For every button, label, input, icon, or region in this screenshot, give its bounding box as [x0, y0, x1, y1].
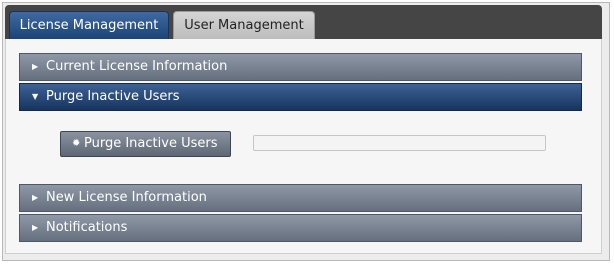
chevron-right-icon: ▶ [32, 223, 39, 232]
chevron-down-icon: ▼ [32, 92, 39, 101]
tab-bar: License Management User Management [5, 5, 602, 39]
section-new-license-information[interactable]: ▶ New License Information [19, 184, 582, 212]
purge-inactive-users-button[interactable]: ✹ Purge Inactive Users [60, 131, 231, 157]
chevron-right-icon: ▶ [32, 62, 39, 71]
tab-license-management[interactable]: License Management [9, 11, 169, 39]
section-label: Current License Information [46, 59, 228, 74]
gear-icon: ✹ [72, 138, 81, 149]
purge-button-label: Purge Inactive Users [84, 136, 218, 151]
section-purge-inactive-users[interactable]: ▼ Purge Inactive Users [19, 83, 582, 111]
purge-progress-bar [253, 135, 546, 151]
tab-user-management[interactable]: User Management [173, 11, 315, 39]
section-label: New License Information [46, 190, 207, 205]
section-label: Purge Inactive Users [46, 89, 180, 104]
chevron-right-icon: ▶ [32, 193, 39, 202]
section-current-license-information[interactable]: ▶ Current License Information [19, 53, 582, 81]
section-label: Notifications [46, 220, 128, 235]
section-notifications[interactable]: ▶ Notifications [19, 214, 582, 242]
